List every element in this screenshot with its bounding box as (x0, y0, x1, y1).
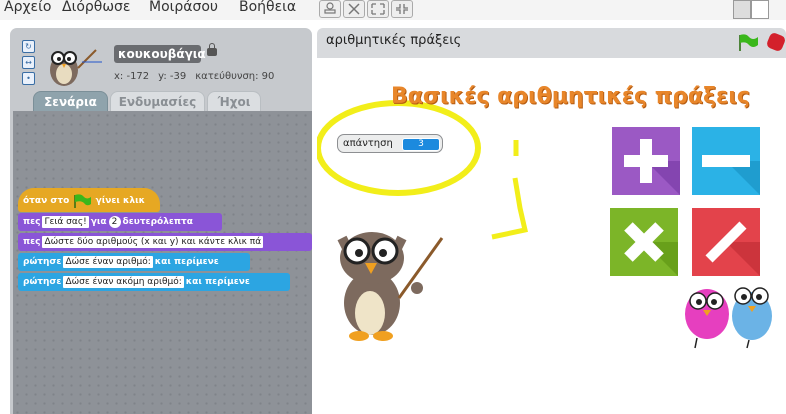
block-label: και περίμενε (185, 277, 250, 287)
sprite-coordinates: x: -172 y: -39 κατεύθυνση: 90 (114, 71, 283, 82)
block-label: και περίμενε (154, 257, 219, 267)
seconds-input[interactable]: 2 (108, 215, 121, 228)
block-command: ρώτησε (23, 257, 62, 267)
scissors-icon[interactable] (343, 0, 365, 18)
green-flag-button[interactable] (737, 33, 759, 51)
tab-sounds[interactable]: Ήχοι (207, 91, 261, 113)
shrink-icon[interactable] (391, 0, 413, 18)
block-command: πες (23, 217, 41, 227)
menu-file[interactable]: Αρχείο (4, 0, 51, 15)
say-text-input[interactable]: Δώστε δύο αριθμούς (x και y) και κάντε κ… (42, 235, 264, 248)
sprite-thumbnail (40, 38, 102, 90)
say-text-input[interactable]: Γειά σας! (42, 215, 89, 228)
when-flag-clicked-block[interactable]: όταν στο γίνει κλικ (18, 188, 160, 212)
minus-button[interactable] (692, 127, 760, 195)
block-label: για (90, 217, 107, 227)
rotate-all-icon[interactable]: ↻ (22, 40, 35, 53)
grow-icon[interactable] (367, 0, 389, 18)
divide-button[interactable] (692, 208, 760, 276)
stamp-icon[interactable] (319, 0, 341, 18)
sprite-name-field[interactable]: κουκουβάγια (114, 45, 206, 63)
answer-monitor-value: 3 (402, 138, 440, 151)
project-title[interactable]: αριθμητικές πράξεις (326, 33, 461, 48)
menu-bar: Αρχείο Διόρθωσε Μοιράσου Βοήθεια (0, 0, 786, 20)
block-label: δευτερόλεπτα (122, 217, 193, 227)
owl-teacher-sprite (337, 232, 444, 341)
sprite-direction: κατεύθυνση: 90 (195, 71, 275, 82)
say-block[interactable]: πες Δώστε δύο αριθμούς (x και y) και κάντ… (18, 233, 312, 251)
ask-text-input[interactable]: Δώσε έναν ακόμη αριθμό: (63, 275, 184, 288)
answer-monitor: απάντηση 3 (337, 134, 443, 153)
normal-stage-icon[interactable] (751, 0, 769, 19)
menu-help[interactable]: Βοήθεια (239, 0, 296, 15)
say-for-secs-block[interactable]: πες Γειά σας! για 2 δευτερόλεπτα (18, 213, 222, 231)
tab-costumes[interactable]: Ενδυμασίες (110, 91, 205, 113)
times-button[interactable] (610, 208, 678, 276)
menu-share[interactable]: Μοιράσου (149, 0, 218, 15)
sprite-x: x: -172 (114, 71, 150, 82)
menu-edit[interactable]: Διόρθωσε (62, 0, 131, 15)
birds-sprite (685, 287, 772, 349)
flip-left-right-icon[interactable]: ↔ (22, 56, 35, 69)
hat-block-prefix: όταν στο (23, 196, 70, 206)
block-command: ρώτησε (23, 277, 62, 287)
highlight-arrow (491, 140, 528, 240)
small-stage-icon[interactable] (733, 0, 751, 19)
sprite-y: y: -39 (158, 71, 187, 82)
stage-heading: Βασικές αριθμητικές πράξεις (391, 84, 750, 109)
plus-button[interactable] (612, 127, 680, 195)
ask-and-wait-block[interactable]: ρώτησε Δώσε έναν ακόμη αριθμό: και περίμεν… (18, 273, 290, 291)
lock-icon[interactable] (207, 43, 217, 56)
hat-block-suffix: γίνει κλικ (95, 196, 146, 206)
green-flag-icon (74, 193, 92, 208)
answer-monitor-label: απάντηση (343, 138, 393, 149)
ask-text-input[interactable]: Δώσε έναν αριθμό: (63, 255, 153, 268)
block-command: πες (23, 237, 41, 247)
ask-and-wait-block[interactable]: ρώτησε Δώσε έναν αριθμό: και περίμενε (18, 253, 250, 271)
tab-scripts[interactable]: Σενάρια (33, 91, 108, 113)
no-rotate-icon[interactable]: • (22, 72, 35, 85)
